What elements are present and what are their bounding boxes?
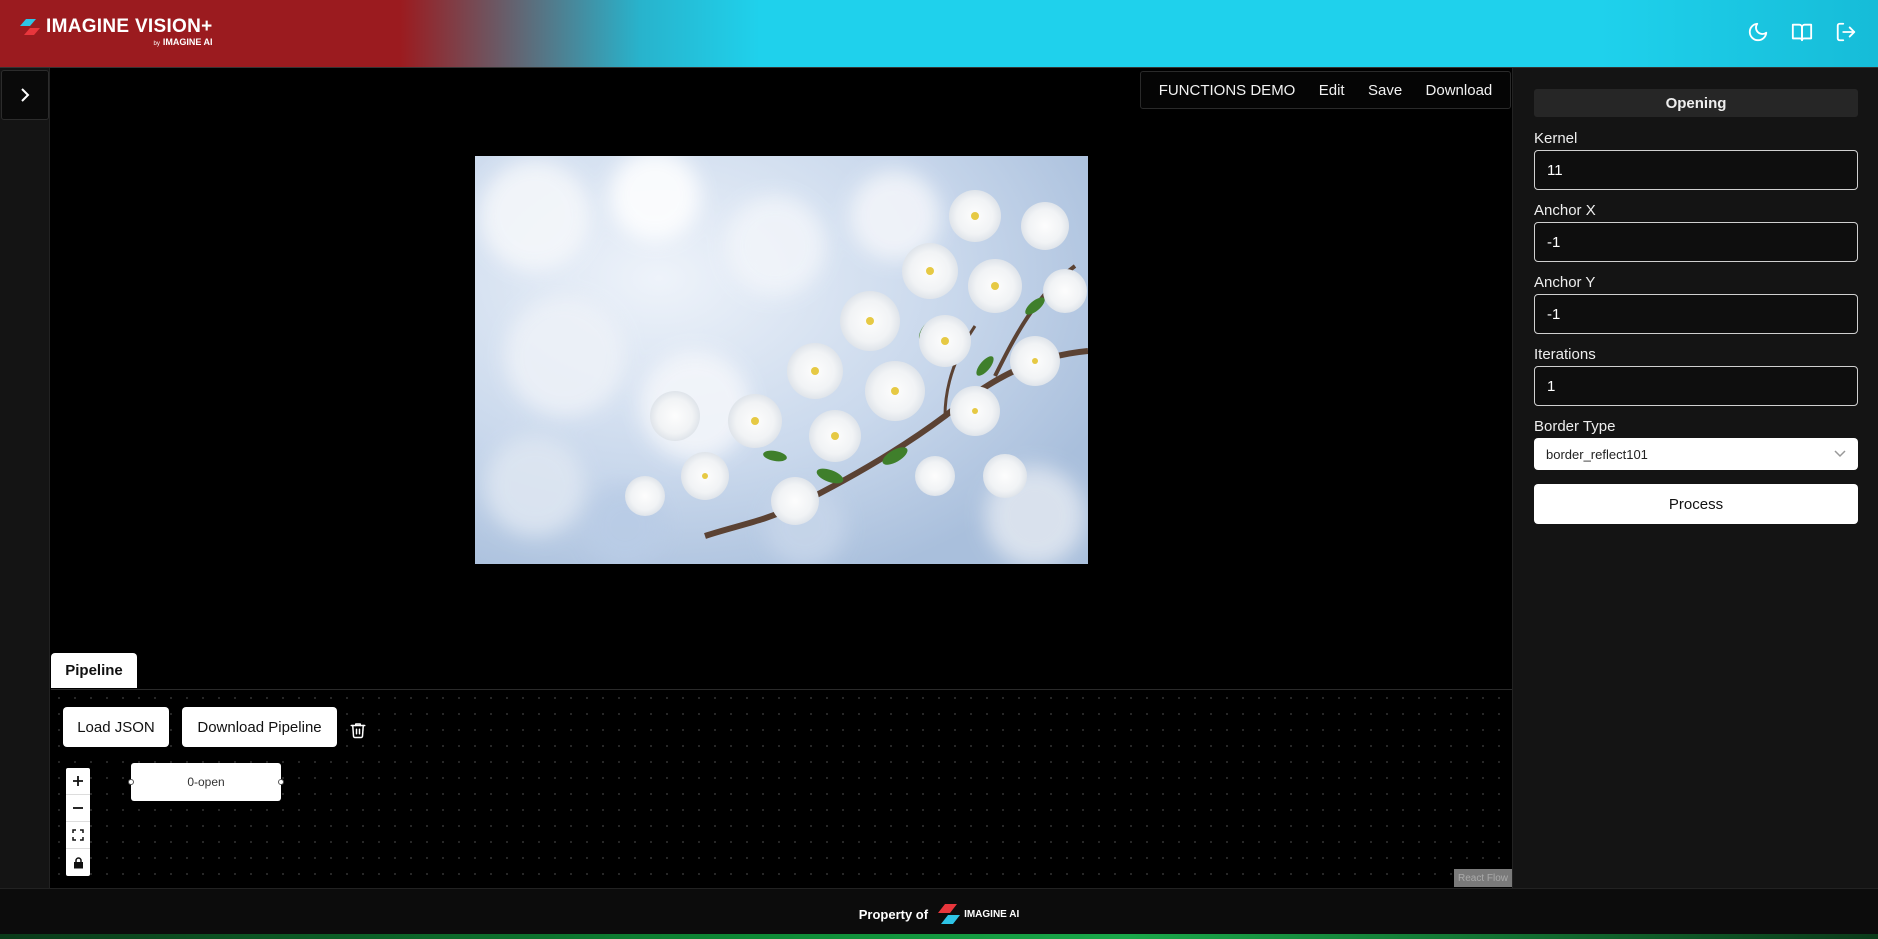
anchor-y-label: Anchor Y [1534,274,1596,291]
node-input-handle[interactable] [128,779,134,785]
zoom-in-icon[interactable] [66,768,90,795]
kernel-input[interactable]: 11 [1534,150,1858,190]
anchor-y-input[interactable]: -1 [1534,294,1858,334]
edit-button[interactable]: Edit [1319,82,1345,99]
book-icon[interactable] [1790,19,1814,45]
panel-title: Opening [1534,89,1858,117]
app-subtitle: by IMAGINE AI [153,37,213,47]
parameters-panel: Opening Kernel 11 Anchor X -1 Anchor Y -… [1512,68,1878,888]
trash-icon[interactable] [346,717,370,743]
pipeline-canvas[interactable]: Load JSON Download Pipeline 0-open React… [51,689,1512,887]
node-output-handle[interactable] [278,779,284,785]
footer-property-label: Property of [858,906,929,922]
border-type-value: border_reflect101 [1546,446,1648,462]
process-button[interactable]: Process [1534,484,1858,524]
border-type-select[interactable]: border_reflect101 [1534,438,1858,470]
app-title: IMAGINE VISION+ [46,16,213,37]
app-header: IMAGINE VISION+ by IMAGINE AI [0,0,1878,68]
app-footer: Property of IMAGINE AI [0,888,1878,939]
moon-icon[interactable] [1746,19,1770,45]
pipeline-tab[interactable]: Pipeline [51,653,137,688]
logo-mark-icon [938,904,961,924]
download-button[interactable]: Download [1426,82,1493,99]
iterations-input[interactable]: 1 [1534,366,1858,406]
footer-logo: IMAGINE AI [938,903,1019,925]
footer-strip [0,934,1878,939]
kernel-label: Kernel [1534,130,1578,147]
chevron-down-icon [1834,450,1846,458]
lock-icon[interactable] [66,849,90,876]
logout-icon[interactable] [1834,19,1858,45]
border-type-label: Border Type [1534,418,1616,435]
save-button[interactable]: Save [1368,82,1402,99]
fit-view-icon[interactable] [66,822,90,849]
pipeline-node[interactable]: 0-open [128,763,284,801]
logo-mark-icon [20,19,40,35]
pipeline-node-label: 0-open [187,775,225,789]
anchor-x-label: Anchor X [1534,202,1596,219]
iterations-label: Iterations [1534,346,1596,363]
app-logo[interactable]: IMAGINE VISION+ by IMAGINE AI [20,16,213,47]
functions-demo-button[interactable]: FUNCTIONS DEMO [1159,82,1296,99]
react-flow-attribution[interactable]: React Flow [1454,869,1512,887]
anchor-x-input[interactable]: -1 [1534,222,1858,262]
sidebar-expand-button[interactable] [1,70,49,120]
download-pipeline-button[interactable]: Download Pipeline [182,707,337,747]
preview-image [475,156,1088,564]
zoom-out-icon[interactable] [66,795,90,822]
left-sidebar [0,68,50,888]
top-toolbar: FUNCTIONS DEMO Edit Save Download [1140,71,1511,109]
load-json-button[interactable]: Load JSON [63,707,169,747]
zoom-controls [66,768,90,876]
chevron-right-icon [21,88,30,102]
